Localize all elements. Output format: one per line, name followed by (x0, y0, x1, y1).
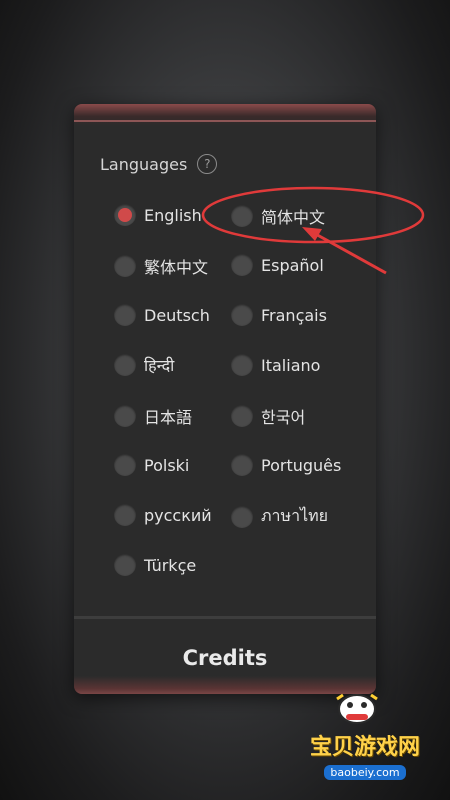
language-label: Français (261, 305, 327, 325)
site-watermark: 宝贝游戏网 baobeiy.com (309, 693, 420, 780)
dialog-bottom-bar (74, 676, 376, 694)
credits-button[interactable]: Credits (74, 646, 376, 670)
radio-button[interactable] (231, 254, 253, 276)
language-option-hindi[interactable]: हिन्दी (114, 354, 174, 376)
language-label: Polski (144, 455, 190, 475)
watermark-url: baobeiy.com (324, 765, 406, 780)
language-option-english[interactable]: English (114, 204, 202, 226)
help-icon[interactable]: ? (197, 154, 218, 174)
language-label: Português (261, 455, 342, 475)
language-label: русский (144, 505, 212, 525)
dialog-top-accent (74, 120, 376, 122)
language-option-polish[interactable]: Polski (114, 454, 189, 476)
language-label: 简体中文 (261, 208, 326, 227)
language-option-korean[interactable]: 한국어 (231, 404, 305, 428)
radio-button[interactable] (114, 405, 136, 427)
language-label: Español (261, 255, 324, 275)
language-label: 繁体中文 (144, 258, 209, 277)
radio-button[interactable] (231, 405, 253, 427)
radio-button[interactable] (231, 304, 253, 326)
language-option-russian[interactable]: русский (114, 504, 212, 526)
language-option-simplified-chinese[interactable]: 简体中文 (231, 204, 325, 228)
radio-button[interactable] (231, 354, 253, 376)
language-label: 日本語 (144, 408, 193, 427)
language-option-portuguese[interactable]: Português (231, 454, 341, 476)
language-label: Deutsch (144, 305, 210, 325)
gamepad-mascot-icon (336, 693, 378, 724)
language-option-turkish[interactable]: Türkçe (114, 554, 196, 576)
radio-button[interactable] (114, 554, 136, 576)
watermark-title: 宝贝游戏网 (309, 735, 420, 760)
dialog-top-bar (74, 104, 376, 126)
language-label: English (144, 205, 202, 225)
language-label: Türkçe (144, 555, 197, 575)
radio-button[interactable] (231, 505, 253, 528)
radio-button[interactable] (114, 454, 136, 476)
language-option-italian[interactable]: Italiano (231, 354, 320, 376)
radio-button[interactable] (231, 454, 253, 476)
radio-button[interactable] (114, 255, 136, 277)
language-option-thai[interactable]: ภาษาไทย (231, 504, 328, 529)
language-option-traditional-chinese[interactable]: 繁体中文 (114, 254, 208, 278)
language-option-german[interactable]: Deutsch (114, 304, 210, 326)
language-option-spanish[interactable]: Español (231, 254, 324, 276)
languages-title: Languages (100, 154, 188, 174)
language-label: Italiano (261, 355, 321, 375)
language-label: हिन्दी (144, 356, 175, 375)
language-dialog: Languages ? English 简体中文 繁体中文 Español De… (74, 104, 376, 694)
language-label: 한국어 (261, 408, 306, 427)
language-option-japanese[interactable]: 日本語 (114, 404, 192, 428)
radio-button[interactable] (231, 205, 253, 227)
dialog-divider (74, 616, 376, 619)
language-label: ภาษาไทย (261, 506, 329, 525)
radio-button[interactable] (114, 354, 136, 376)
radio-button[interactable] (114, 204, 136, 226)
radio-button[interactable] (114, 304, 136, 326)
radio-button[interactable] (114, 504, 136, 526)
languages-header: Languages ? (100, 154, 218, 174)
language-option-french[interactable]: Français (231, 304, 327, 326)
